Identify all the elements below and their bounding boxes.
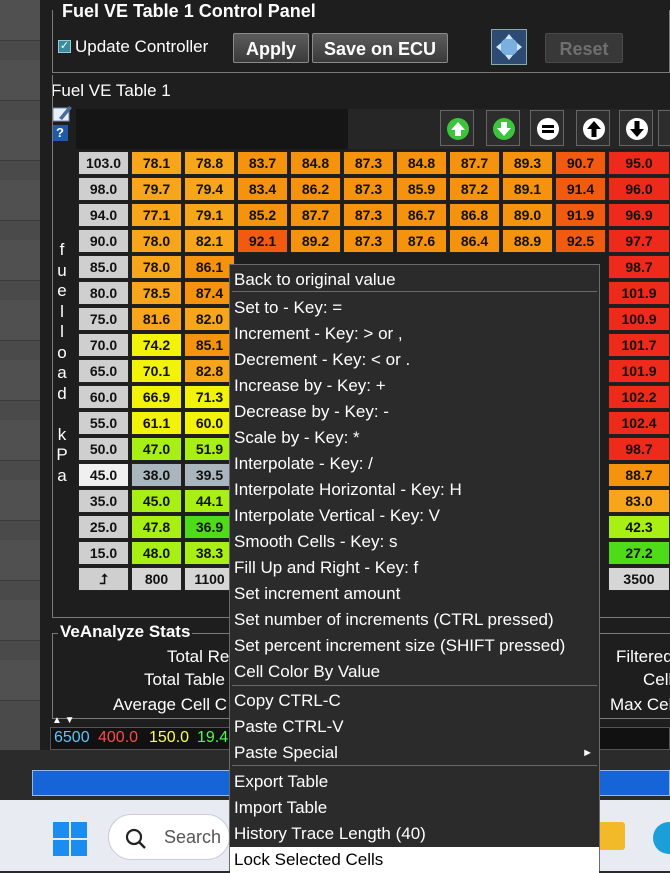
menu-item-label: Lock Selected Cells bbox=[234, 850, 384, 869]
menu-item-label: Scale by - Key: * bbox=[234, 428, 360, 447]
menu-item[interactable]: Fill Up and Right - Key: f bbox=[230, 555, 599, 581]
context-menu: Back to original value Set to - Key: = Inc… bbox=[229, 264, 600, 873]
sidebar-panel[interactable] bbox=[0, 240, 40, 281]
menu-item-label: Import Table bbox=[234, 798, 328, 817]
menu-item[interactable]: Set percent increment size (SHIFT presse… bbox=[230, 633, 599, 659]
frame-corner bbox=[50, 10, 54, 14]
update-controller-checkbox[interactable]: ✓ bbox=[58, 40, 71, 53]
menu-item-label: Set percent increment size (SHIFT presse… bbox=[234, 636, 566, 655]
menu-item[interactable]: Paste Special ► bbox=[230, 740, 599, 766]
sidebar-panel[interactable] bbox=[0, 300, 40, 341]
menu-item-label: Interpolate Vertical - Key: V bbox=[234, 506, 440, 525]
sidebar-panel[interactable] bbox=[0, 420, 40, 461]
sidebar-panel[interactable] bbox=[0, 120, 40, 161]
menu-item[interactable]: Cell Color By Value bbox=[230, 659, 599, 685]
menu-item-label: Export Table bbox=[234, 772, 329, 791]
status-value-4: 19.4 bbox=[197, 729, 229, 746]
menu-item[interactable]: Decrement - Key: < or . bbox=[230, 347, 599, 373]
menu-item-label: Interpolate - Key: / bbox=[234, 454, 373, 473]
menu-item-label: Set increment amount bbox=[234, 584, 401, 603]
stat-average-cell-label: Average Cell C bbox=[113, 695, 228, 714]
menu-item[interactable]: Smooth Cells - Key: s bbox=[230, 529, 599, 555]
stat-total-table-label: Total Table bbox=[144, 670, 225, 689]
menu-item-label: Back to original value bbox=[234, 270, 396, 289]
sidebar-panel[interactable] bbox=[0, 600, 40, 641]
edge-browser-icon[interactable] bbox=[653, 822, 670, 854]
stat-max-cell-label: Max Cell bbox=[610, 695, 670, 714]
sidebar-panel[interactable] bbox=[0, 660, 40, 701]
reset-button[interactable]: Reset bbox=[545, 33, 623, 63]
search-icon bbox=[125, 828, 146, 849]
sidebar-panel[interactable] bbox=[0, 360, 40, 401]
menu-item-label: Cell Color By Value bbox=[234, 662, 381, 681]
menu-item[interactable]: Interpolate - Key: / bbox=[230, 451, 599, 477]
menu-item-label: Set to - Key: = bbox=[234, 298, 343, 317]
file-explorer-icon[interactable] bbox=[597, 822, 625, 850]
stat-total-re-label: Total Re bbox=[167, 647, 230, 666]
menu-separator bbox=[232, 291, 597, 292]
stat-cell-label: Cell bbox=[643, 670, 670, 689]
menu-item[interactable]: Set number of increments (CTRL pressed) bbox=[230, 607, 599, 633]
sidebar-panel[interactable] bbox=[0, 180, 40, 221]
menu-separator bbox=[232, 685, 597, 686]
menu-item[interactable]: Set increment amount bbox=[230, 581, 599, 607]
menu-item[interactable]: History Trace Length (40) bbox=[230, 821, 599, 847]
menu-item-label: History Trace Length (40) bbox=[234, 824, 426, 843]
stats-title: VeAnalyze Stats bbox=[58, 622, 193, 642]
menu-item[interactable]: Copy CTRL-C bbox=[230, 688, 599, 714]
sidebar-panel[interactable] bbox=[0, 0, 40, 41]
menu-item-label: Smooth Cells - Key: s bbox=[234, 532, 398, 551]
menu-item[interactable]: Paste CTRL-V bbox=[230, 714, 599, 740]
menu-item[interactable]: Increment - Key: > or , bbox=[230, 321, 599, 347]
search-placeholder: Search bbox=[164, 827, 222, 847]
windows-start-icon[interactable] bbox=[53, 822, 87, 856]
menu-item-label: Paste Special bbox=[234, 743, 338, 762]
sidebar-panel[interactable] bbox=[0, 480, 40, 521]
menu-item[interactable]: Export Table bbox=[230, 769, 599, 795]
panel-title: Fuel VE Table 1 Control Panel bbox=[58, 1, 320, 22]
sidebar-panel[interactable] bbox=[0, 60, 40, 101]
menu-item-label: Interpolate Horizontal - Key: H bbox=[234, 480, 462, 499]
menu-item[interactable]: Decrease by - Key: - bbox=[230, 399, 599, 425]
menu-item-label: Increment - Key: > or , bbox=[234, 324, 403, 343]
menu-item[interactable]: Set to - Key: = bbox=[230, 295, 599, 321]
menu-item[interactable]: Back to original value bbox=[230, 267, 599, 293]
menu-item[interactable]: Scale by - Key: * bbox=[230, 425, 599, 451]
apply-button[interactable]: Apply bbox=[233, 33, 309, 63]
menu-item-label: Paste CTRL-V bbox=[234, 717, 344, 736]
menu-item[interactable]: Interpolate Horizontal - Key: H bbox=[230, 477, 599, 503]
collapse-arrows-icon[interactable]: ▲ ▼ bbox=[52, 715, 75, 726]
status-value-3: 150.0 bbox=[149, 729, 190, 746]
taskbar-search-box[interactable]: Search bbox=[108, 814, 230, 860]
menu-item[interactable]: Lock Selected Cells bbox=[230, 847, 599, 873]
menu-item[interactable]: Interpolate Vertical - Key: V bbox=[230, 503, 599, 529]
menu-item-label: Copy CTRL-C bbox=[234, 691, 341, 710]
menu-item[interactable]: Import Table bbox=[230, 795, 599, 821]
menu-separator bbox=[232, 765, 597, 766]
left-sidebar bbox=[0, 0, 44, 750]
save-on-ecu-button[interactable]: Save on ECU bbox=[312, 33, 448, 63]
update-controller-label: Update Controller bbox=[75, 37, 209, 56]
expand-icon bbox=[496, 34, 522, 60]
menu-item[interactable]: Increase by - Key: + bbox=[230, 373, 599, 399]
menu-item-label: Increase by - Key: + bbox=[234, 376, 386, 395]
menu-item-label: Set number of increments (CTRL pressed) bbox=[234, 610, 554, 629]
menu-item-label: Decrement - Key: < or . bbox=[234, 350, 411, 369]
menu-item-label: Decrease by - Key: - bbox=[234, 402, 389, 421]
status-value-rpm: 6500 bbox=[54, 729, 90, 746]
menu-item-label: Fill Up and Right - Key: f bbox=[234, 558, 419, 577]
stat-filtered-label: Filtered bbox=[616, 647, 670, 666]
status-value-2: 400.0 bbox=[98, 729, 139, 746]
fullscreen-button[interactable] bbox=[491, 29, 527, 65]
sidebar-panel[interactable] bbox=[0, 540, 40, 581]
submenu-chevron-icon: ► bbox=[582, 747, 593, 759]
